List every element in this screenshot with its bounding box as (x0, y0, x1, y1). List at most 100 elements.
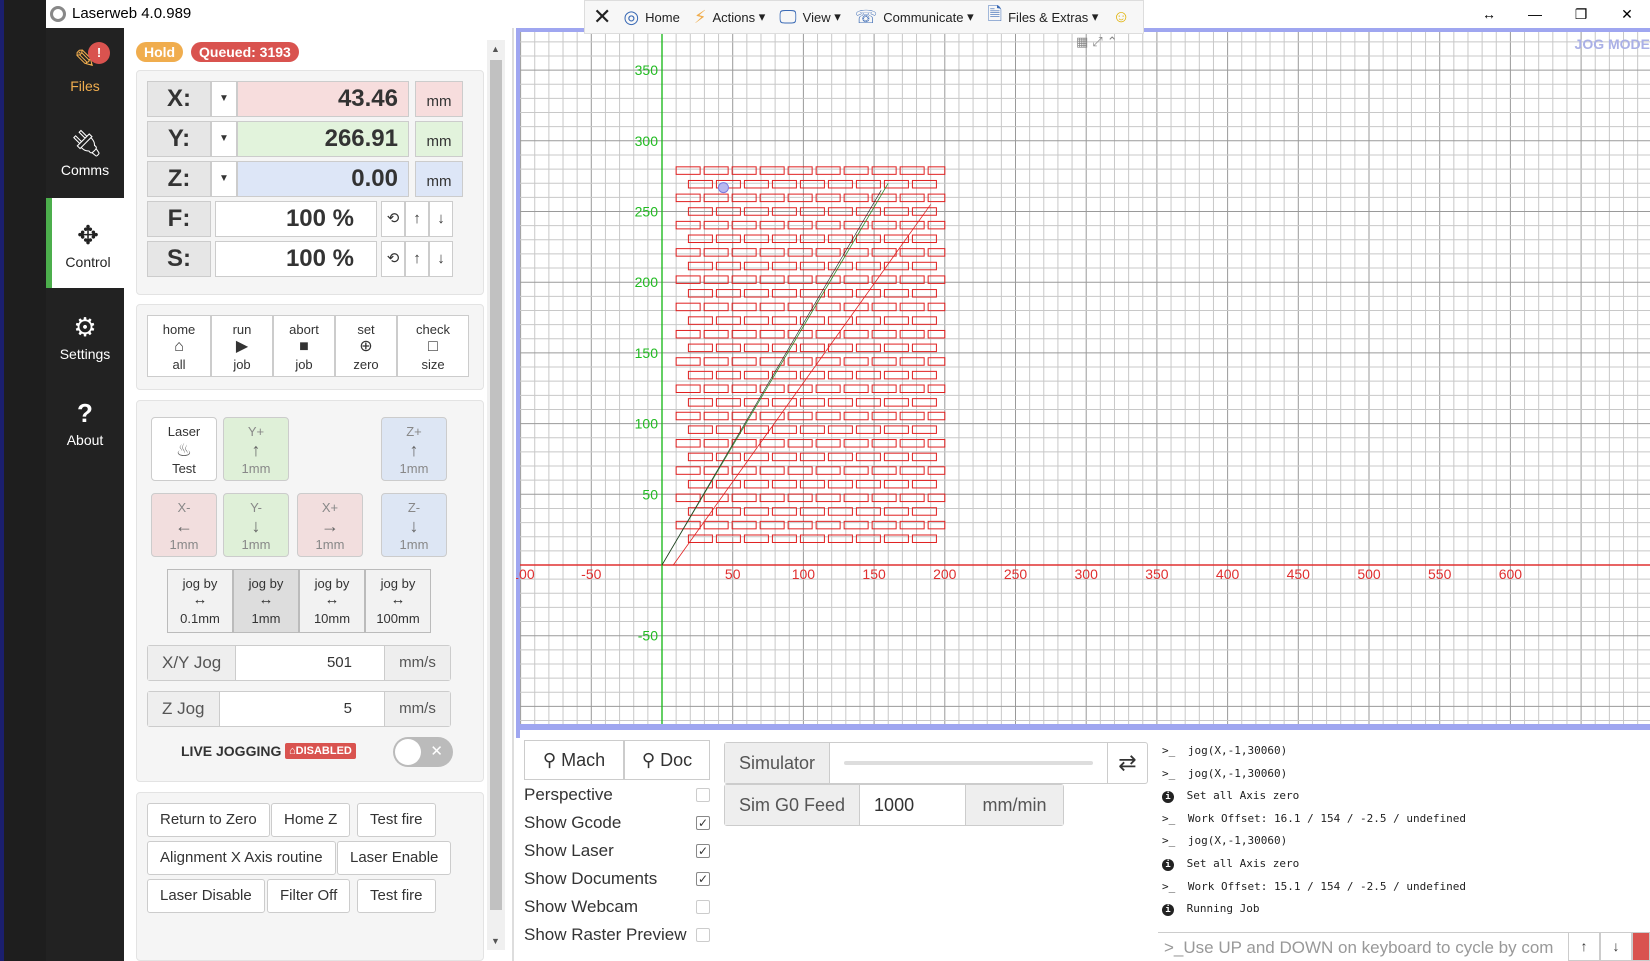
macro-return-to-zero[interactable]: Return to Zero (147, 803, 270, 837)
jog-y-minus-button[interactable]: Y- ↓ 1mm (223, 493, 289, 557)
swap-icon[interactable]: ⇄ (1107, 743, 1147, 783)
console-input[interactable]: >_Use UP and DOWN on keyboard to cycle b… (1158, 932, 1578, 961)
minimize-button[interactable]: — (1512, 0, 1558, 28)
toolbar-view[interactable]: 🖵 View ▾ (779, 7, 840, 28)
mach-view-button[interactable]: ⚲ Mach (524, 740, 624, 780)
toolbar-label: Files & Extras (1008, 9, 1089, 25)
toolpath-slot (703, 411, 729, 421)
reset-icon[interactable]: ⟲ (381, 241, 405, 277)
hold-badge: Hold (136, 42, 184, 62)
macro-laser-enable[interactable]: Laser Enable (337, 841, 452, 875)
scroll-thumb[interactable] (490, 60, 502, 910)
console-text: Running Job (1180, 902, 1260, 916)
z-jog-input[interactable]: 5 (220, 692, 384, 726)
clear-console-button[interactable] (1632, 932, 1650, 961)
live-jogging-toggle[interactable]: ✕ (393, 737, 453, 767)
toolbar-actions[interactable]: ⚡ Actions ▾ (694, 7, 765, 28)
jog-step-0-1mm[interactable]: jog by ↔ 0.1mm (167, 569, 233, 633)
arrow-up-icon[interactable]: ↑ (405, 241, 429, 277)
3d-viewport[interactable]: -100 -50 50 100 150 200 250 300 350 400 450 500 550 6… (516, 28, 1650, 738)
sidebar-item-about[interactable]: ? About (46, 384, 124, 470)
toolpath-slot (787, 248, 813, 257)
checkbox[interactable] (696, 928, 710, 942)
control-scrollbar[interactable]: ▲ ▼ (487, 40, 505, 950)
laser-test-button[interactable]: Laser ♨ Test (151, 417, 217, 481)
arrow-right-icon: → (321, 516, 339, 536)
button-label: 10mm (313, 611, 351, 626)
check-size-button[interactable]: check □ size (397, 315, 469, 377)
scroll-down-icon[interactable]: ▼ (491, 936, 500, 946)
macro-home-z[interactable]: Home Z (271, 803, 351, 837)
button-label: jog by (314, 576, 350, 591)
sidebar-item-control[interactable]: ✥ Control (46, 198, 124, 288)
jog-step-10mm[interactable]: jog by ↔ 10mm (299, 569, 365, 633)
arrow-down-icon[interactable]: ↓ (429, 201, 453, 237)
sidebar-item-comms[interactable]: 🔌︎ Comms (46, 114, 124, 200)
close-icon[interactable]: ✕ (593, 4, 611, 30)
fullscreen-icon[interactable]: ⤢ (1092, 34, 1106, 49)
toolpath-slot (843, 493, 869, 503)
sidebar-item-settings[interactable]: ⚙ Settings (46, 298, 124, 384)
toolbar-files-extras[interactable]: 🗎 Files & Extras ▾ (988, 2, 1099, 32)
jog-x-plus-button[interactable]: X+ → 1mm (297, 493, 363, 557)
workspace-canvas[interactable]: -100 -50 50 100 150 200 250 300 350 400 450 500 550 6… (516, 28, 1650, 738)
button-label: run (232, 322, 252, 337)
close-button[interactable]: ✕ (1604, 0, 1650, 28)
option-show-webcam[interactable]: Show Webcam (524, 893, 710, 921)
button-label: Y+ (247, 424, 265, 439)
console-line: i Set all Axis zero (1158, 853, 1650, 876)
checkbox[interactable] (696, 788, 710, 802)
arrow-up-icon[interactable]: ↑ (405, 201, 429, 237)
console-line: i Running Job (1158, 898, 1650, 921)
maximize-button[interactable]: ❐ (1558, 0, 1604, 28)
checkbox-checked[interactable]: ✓ (696, 816, 710, 830)
jog-z-plus-button[interactable]: Z+ ↑ 1mm (381, 417, 447, 481)
option-show-raster-preview[interactable]: Show Raster Preview (524, 921, 710, 949)
run-job-button[interactable]: run ▶ job (211, 315, 273, 377)
scroll-up-icon[interactable]: ▲ (491, 44, 500, 54)
set-zero-button[interactable]: set ⊕ zero (335, 315, 397, 377)
dropdown-caret-icon[interactable]: ▼ (211, 161, 237, 197)
sidebar-item-files[interactable]: ✎ ! Files (46, 30, 124, 116)
macro-alignment-x[interactable]: Alignment X Axis routine (147, 841, 336, 875)
button-label: 0.1mm (180, 611, 220, 626)
sim-feed-input[interactable]: 1000 (860, 785, 967, 825)
doc-view-button[interactable]: ⚲ Doc (624, 740, 710, 780)
macro-test-fire[interactable]: Test fire (357, 803, 436, 837)
sidebar-item-label: Comms (60, 162, 110, 178)
xy-jog-input[interactable]: 501 (236, 646, 384, 680)
jog-step-1mm[interactable]: jog by ↔ 1mm (233, 569, 299, 633)
jog-x-minus-button[interactable]: X- ← 1mm (151, 493, 217, 557)
toolpath-slot (799, 534, 825, 543)
option-perspective[interactable]: Perspective (524, 781, 710, 809)
background-strip (4, 0, 46, 961)
jog-y-plus-button[interactable]: Y+ ↑ 1mm (223, 417, 289, 481)
reset-icon[interactable]: ⟲ (381, 201, 405, 237)
simulator-slider[interactable] (830, 743, 1107, 783)
option-show-gcode[interactable]: Show Gcode ✓ (524, 809, 710, 837)
smiley-icon[interactable]: ☺ (1112, 7, 1129, 27)
dropdown-caret-icon[interactable]: ▼ (211, 81, 237, 117)
macro-laser-disable[interactable]: Laser Disable (147, 879, 265, 913)
option-show-documents[interactable]: Show Documents ✓ (524, 865, 710, 893)
option-show-laser[interactable]: Show Laser ✓ (524, 837, 710, 865)
checkbox-checked[interactable]: ✓ (696, 844, 710, 858)
home-all-button[interactable]: home ⌂ all (147, 315, 211, 377)
resize-icon[interactable]: ↔ (1466, 0, 1512, 28)
grid-icon[interactable]: ▦ (1076, 34, 1092, 49)
history-down-icon[interactable]: ↓ (1600, 932, 1632, 961)
macro-test-fire-2[interactable]: Test fire (357, 879, 436, 913)
toolbar-home[interactable]: ◎ Home (623, 7, 679, 28)
chevron-up-icon[interactable]: ⌃ (1107, 34, 1122, 49)
jog-step-100mm[interactable]: jog by ↔ 100mm (365, 569, 431, 633)
history-up-icon[interactable]: ↑ (1568, 932, 1600, 961)
toolpath-slot (703, 166, 729, 175)
checkbox[interactable] (696, 900, 710, 914)
macro-filter-off[interactable]: Filter Off (267, 879, 351, 913)
abort-job-button[interactable]: abort ■ job (273, 315, 335, 377)
checkbox-checked[interactable]: ✓ (696, 872, 710, 886)
arrow-down-icon[interactable]: ↓ (429, 241, 453, 277)
toolbar-communicate[interactable]: ☏ Communicate ▾ (855, 7, 974, 28)
jog-z-minus-button[interactable]: Z- ↓ 1mm (381, 493, 447, 557)
dropdown-caret-icon[interactable]: ▼ (211, 121, 237, 157)
